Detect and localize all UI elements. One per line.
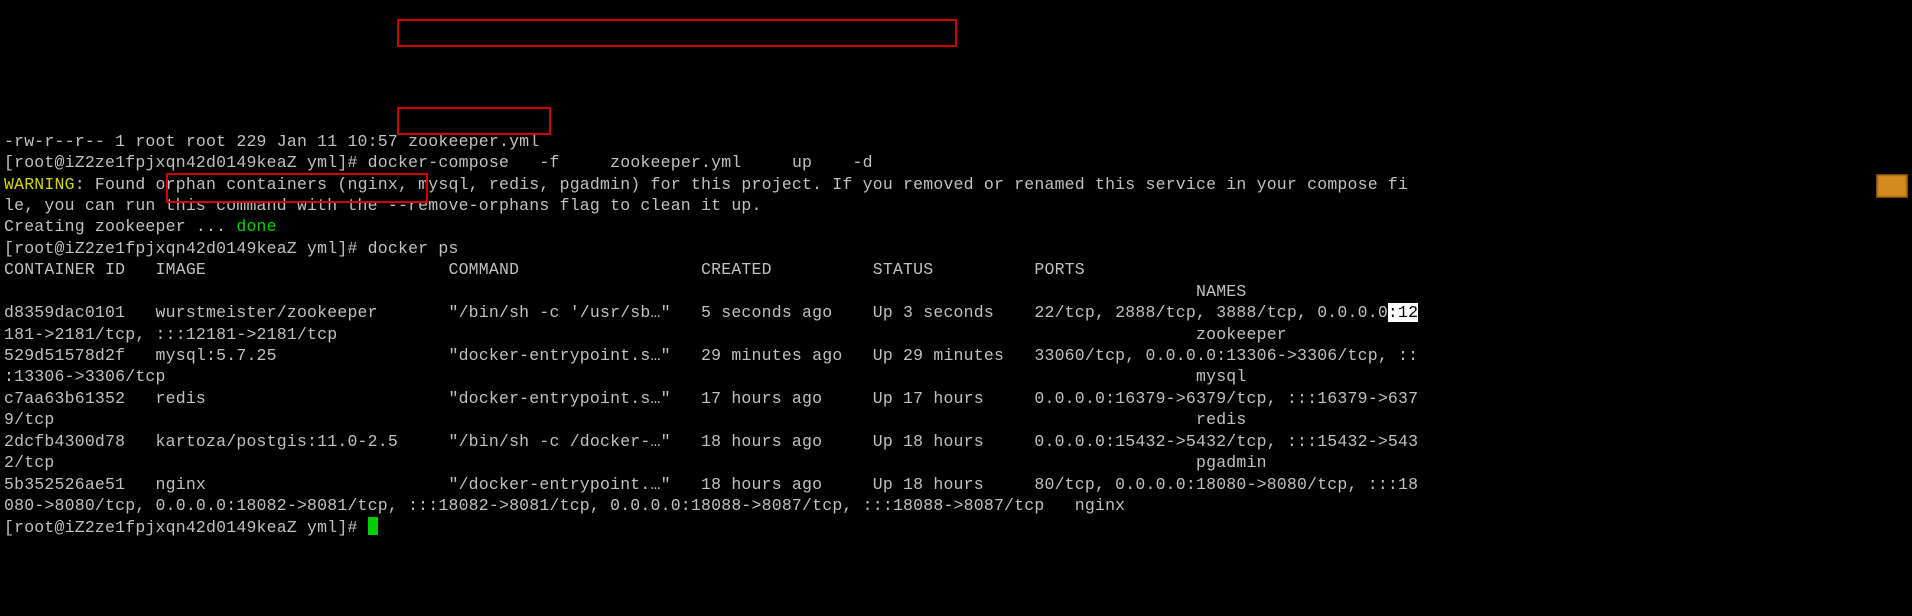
ps-row-postgis-2: 2/tcp pgadmin — [4, 453, 1267, 472]
terminal[interactable]: -rw-r--r-- 1 root root 229 Jan 11 10:57 … — [0, 107, 1912, 540]
ps-row-nginx-1: 5b352526ae51 nginx "/docker-entrypoint.…… — [4, 475, 1418, 494]
creating-done: done — [236, 217, 276, 236]
command-docker-compose-up: docker-compose -f zookeeper.yml up -d — [368, 153, 873, 172]
ps-row-redis-2: 9/tcp redis — [4, 410, 1247, 429]
ps-row-zookeeper-highlight: :12 — [1388, 303, 1418, 322]
ps-row-zookeeper-2: 181->2181/tcp, :::12181->2181/tcp zookee… — [4, 325, 1287, 344]
warning-text-2: le, you can run this command with the --… — [4, 196, 762, 215]
ps-row-redis-1: c7aa63b61352 redis "docker-entrypoint.s…… — [4, 389, 1418, 408]
warning-text-1: : Found orphan containers (nginx, mysql,… — [75, 175, 1408, 194]
ps-row-mysql-2: :13306->3306/tcp mysql — [4, 367, 1247, 386]
shell-prompt-3: [root@iZ2ze1fpjxqn42d0149keaZ yml]# — [4, 518, 368, 537]
ps-header-names: NAMES — [4, 282, 1247, 301]
scroll-marker-icon — [1876, 174, 1908, 198]
cursor-icon — [368, 517, 378, 535]
shell-prompt-2: [root@iZ2ze1fpjxqn42d0149keaZ yml]# — [4, 239, 368, 258]
shell-prompt-1: [root@iZ2ze1fpjxqn42d0149keaZ yml]# — [4, 153, 368, 172]
annotation-box-compose-cmd — [397, 19, 957, 47]
ps-row-nginx-2: 080->8080/tcp, 0.0.0.0:18082->8081/tcp, … — [4, 496, 1125, 515]
ps-row-mysql-1: 529d51578d2f mysql:5.7.25 "docker-entryp… — [4, 346, 1418, 365]
ps-header: CONTAINER ID IMAGE COMMAND CREATED STATU… — [4, 260, 1085, 279]
ps-row-zookeeper-1: d8359dac0101 wurstmeister/zookeeper "/bi… — [4, 303, 1388, 322]
command-docker-ps: docker ps — [368, 239, 459, 258]
warning-label: WARNING — [4, 175, 75, 194]
ls-output-line: -rw-r--r-- 1 root root 229 Jan 11 10:57 … — [4, 132, 539, 151]
ps-row-postgis-1: 2dcfb4300d78 kartoza/postgis:11.0-2.5 "/… — [4, 432, 1418, 451]
creating-text: Creating zookeeper ... — [4, 217, 236, 236]
